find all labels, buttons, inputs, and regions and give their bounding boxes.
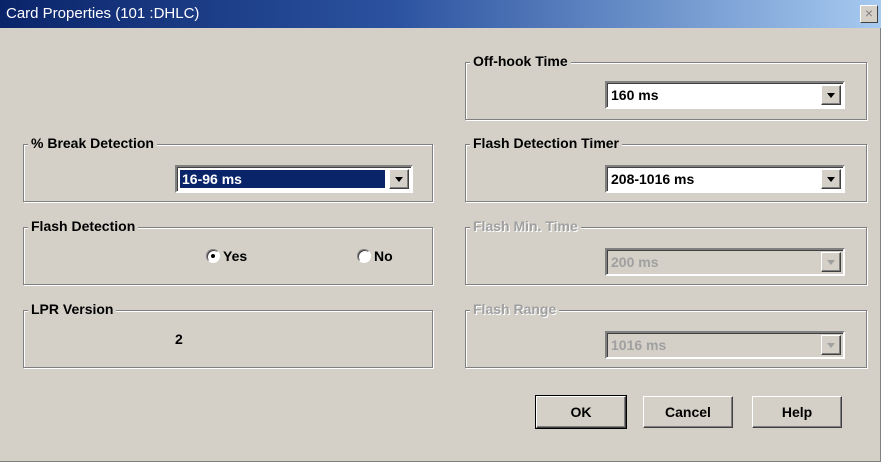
flash-min-time-group: Flash Min. Time 200 ms bbox=[465, 218, 867, 285]
cancel-button[interactable]: Cancel bbox=[643, 396, 733, 428]
flash-detection-timer-dropdown-button[interactable] bbox=[821, 169, 841, 189]
card-properties-dialog: Card Properties (101 :DHLC) × % Break De… bbox=[0, 0, 881, 462]
break-detection-group: % Break Detection 16-96 ms bbox=[23, 135, 433, 202]
chevron-down-icon bbox=[827, 343, 835, 348]
flash-range-dropdown-button bbox=[821, 335, 841, 355]
off-hook-time-value: 160 ms bbox=[611, 87, 659, 103]
break-detection-dropdown-button[interactable] bbox=[389, 169, 409, 189]
window-title: Card Properties (101 :DHLC) bbox=[6, 5, 200, 22]
radio-selected-icon bbox=[206, 249, 220, 263]
off-hook-time-label: Off-hook Time bbox=[470, 53, 571, 69]
chevron-down-icon bbox=[827, 260, 835, 265]
flash-detection-group: Flash Detection Yes No bbox=[23, 218, 433, 285]
chevron-down-icon bbox=[827, 177, 835, 182]
off-hook-time-group: Off-hook Time 160 ms bbox=[465, 53, 867, 120]
radio-unselected-icon bbox=[357, 249, 371, 263]
lpr-version-group: LPR Version 2 bbox=[23, 301, 433, 368]
help-button[interactable]: Help bbox=[752, 396, 842, 428]
flash-range-select: 1016 ms bbox=[605, 331, 845, 359]
flash-min-time-dropdown-button bbox=[821, 252, 841, 272]
flash-detection-timer-label: Flash Detection Timer bbox=[470, 135, 623, 151]
flash-range-value: 1016 ms bbox=[611, 337, 667, 353]
flash-detection-no-label: No bbox=[374, 248, 393, 264]
flash-min-time-value: 200 ms bbox=[611, 254, 659, 270]
off-hook-time-dropdown-button[interactable] bbox=[821, 85, 841, 105]
ok-button-label: OK bbox=[570, 404, 592, 420]
break-detection-label: % Break Detection bbox=[28, 135, 157, 151]
flash-detection-yes-label: Yes bbox=[223, 248, 248, 264]
lpr-version-label: LPR Version bbox=[28, 301, 117, 317]
title-bar[interactable]: Card Properties (101 :DHLC) × bbox=[0, 0, 881, 28]
chevron-down-icon bbox=[395, 177, 403, 182]
flash-detection-no-radio[interactable]: No bbox=[357, 248, 393, 264]
ok-button[interactable]: OK bbox=[535, 395, 627, 429]
flash-range-group: Flash Range 1016 ms bbox=[465, 301, 867, 368]
flash-range-label: Flash Range bbox=[470, 301, 560, 317]
flash-detection-timer-value: 208-1016 ms bbox=[611, 171, 695, 187]
cancel-button-label: Cancel bbox=[665, 404, 711, 420]
flash-detection-label: Flash Detection bbox=[28, 218, 139, 234]
chevron-down-icon bbox=[827, 93, 835, 98]
help-button-label: Help bbox=[781, 404, 813, 420]
flash-min-time-select: 200 ms bbox=[605, 248, 845, 276]
flash-detection-timer-select[interactable]: 208-1016 ms bbox=[605, 165, 845, 193]
lpr-version-value: 2 bbox=[175, 331, 183, 347]
flash-min-time-label: Flash Min. Time bbox=[470, 218, 581, 234]
break-detection-select[interactable]: 16-96 ms bbox=[175, 165, 413, 193]
flash-detection-timer-group: Flash Detection Timer 208-1016 ms bbox=[465, 135, 867, 202]
close-icon[interactable]: × bbox=[860, 5, 878, 23]
flash-detection-yes-radio[interactable]: Yes bbox=[206, 248, 247, 264]
off-hook-time-select[interactable]: 160 ms bbox=[605, 81, 845, 109]
break-detection-value: 16-96 ms bbox=[180, 170, 385, 188]
